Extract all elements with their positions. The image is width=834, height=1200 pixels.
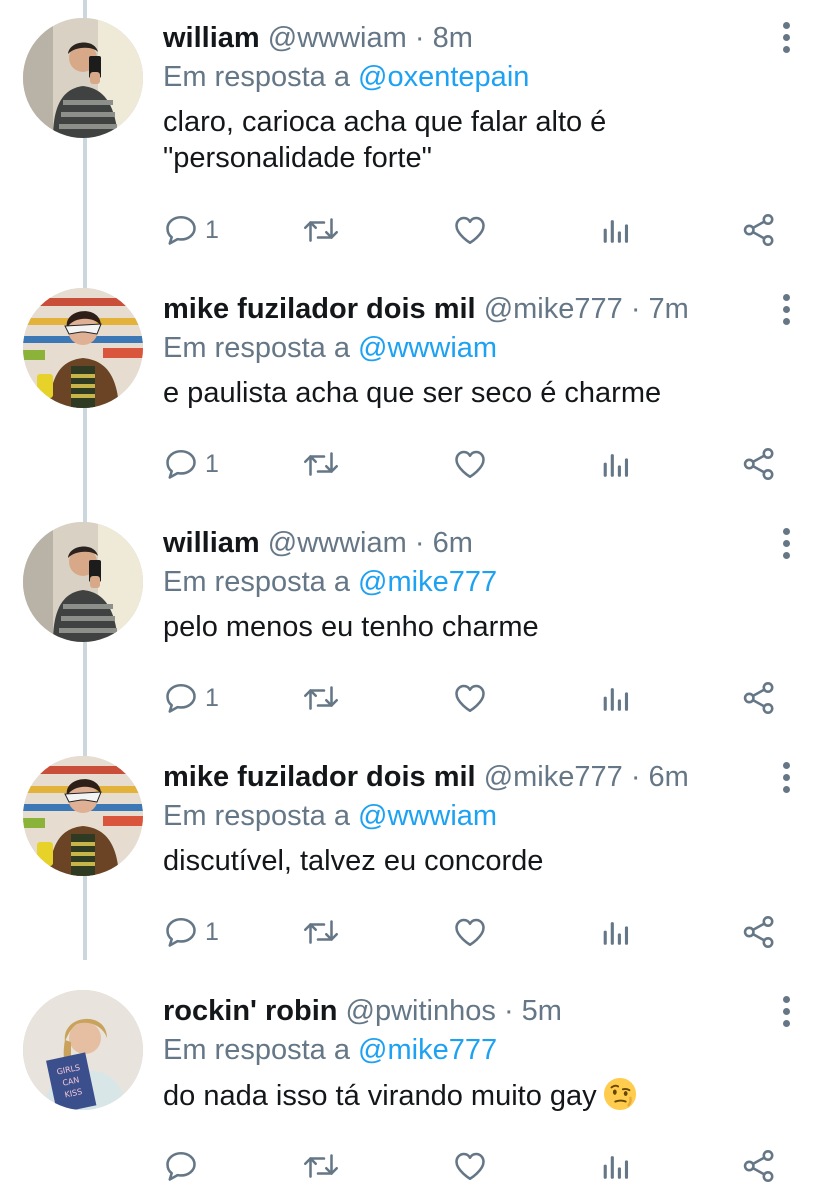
separator-dot: ·: [414, 527, 425, 559]
tweet-text-line: "personalidade forte": [163, 142, 432, 174]
tweet-header: william @wwwiam · 8m: [163, 18, 764, 58]
author-name[interactable]: william: [163, 22, 260, 54]
reply-mention-link[interactable]: @mike777: [358, 1034, 497, 1066]
reply-prefix: Em resposta a: [163, 332, 350, 364]
tweet-text-line: discutível, talvez eu concorde: [163, 845, 544, 877]
reply-context: Em resposta a @wwwiam: [163, 797, 764, 835]
more-icon: [782, 294, 790, 301]
more-icon-dot: [782, 34, 790, 41]
author-handle[interactable]: @mike777: [484, 293, 623, 325]
share-icon: [741, 1148, 777, 1184]
avatar[interactable]: [23, 18, 143, 138]
timestamp[interactable]: 5m: [522, 995, 562, 1027]
reply-prefix: Em resposta a: [163, 800, 350, 832]
reply-mention-link[interactable]: @wwwiam: [358, 332, 497, 364]
author-name[interactable]: mike fuzilador dois mil: [163, 761, 476, 793]
tweet[interactable]: william @wwwiam · 6m Em resposta a @mike…: [0, 470, 834, 714]
reply-mention-link[interactable]: @mike777: [358, 566, 497, 598]
timestamp[interactable]: 8m: [433, 22, 473, 54]
more-icon-dot: [782, 540, 790, 547]
tweet-text: claro, carioca acha que falar alto é "pe…: [163, 104, 764, 176]
more-options-button[interactable]: [776, 992, 796, 1042]
like-icon: [451, 1148, 489, 1184]
separator-dot: ·: [630, 761, 641, 793]
more-options-button[interactable]: [776, 18, 796, 68]
more-icon: [782, 762, 790, 769]
tweet[interactable]: william @wwwiam · 8m Em resposta a @oxen…: [0, 0, 834, 246]
tweet-header: mike fuzilador dois mil @mike777 · 7m: [163, 289, 764, 329]
tweet[interactable]: mike fuzilador dois mil @mike777 · 6m Em…: [0, 704, 834, 948]
tweet-text: pelo menos eu tenho charme: [163, 609, 764, 645]
more-icon: [782, 528, 790, 535]
reply-context: Em resposta a @mike777: [163, 563, 764, 601]
reply-button[interactable]: [163, 1144, 199, 1188]
tweet-text-line: do nada isso tá virando muito gay: [163, 1077, 764, 1114]
more-icon-dot: [782, 774, 790, 781]
avatar[interactable]: [23, 288, 143, 408]
more-icon-dot: [782, 1008, 790, 1015]
more-icon-dot: [782, 552, 790, 559]
reply-context: Em resposta a @mike777: [163, 1031, 764, 1069]
more-icon-dot: [782, 1020, 790, 1027]
more-options-button[interactable]: [776, 290, 796, 340]
tweet-header: mike fuzilador dois mil @mike777 · 6m: [163, 757, 764, 797]
more-options-button[interactable]: [776, 524, 796, 574]
author-handle[interactable]: @pwitinhos: [346, 995, 496, 1027]
timestamp[interactable]: 6m: [649, 761, 689, 793]
more-icon-dot: [782, 46, 790, 53]
retweet-button[interactable]: [301, 1144, 341, 1188]
tweet-actions: [163, 1144, 783, 1188]
analytics-button[interactable]: [598, 1144, 632, 1188]
retweet-icon: [301, 1148, 341, 1184]
like-button[interactable]: [451, 1144, 489, 1188]
more-icon-dot: [782, 318, 790, 325]
tweet-header: rockin' robin @pwitinhos · 5m: [163, 991, 764, 1031]
face-with-raised-eyebrow-icon: [603, 1077, 637, 1111]
reply-prefix: Em resposta a: [163, 61, 350, 93]
author-name[interactable]: rockin' robin: [163, 995, 337, 1027]
tweet[interactable]: GIRLS CAN KISS rockin' robin @pwitinhos …: [0, 938, 834, 1182]
avatar[interactable]: [23, 522, 143, 642]
more-icon: [782, 996, 790, 1003]
reply-prefix: Em resposta a: [163, 1034, 350, 1066]
reply-mention-link[interactable]: @oxentepain: [358, 61, 529, 93]
author-handle[interactable]: @wwwiam: [268, 22, 407, 54]
separator-dot: ·: [414, 22, 425, 54]
author-name[interactable]: william: [163, 527, 260, 559]
tweet[interactable]: mike fuzilador dois mil @mike777 · 7m Em…: [0, 236, 834, 480]
tweet-header: william @wwwiam · 6m: [163, 523, 764, 563]
tweet-text: e paulista acha que ser seco é charme: [163, 375, 764, 411]
reply-prefix: Em resposta a: [163, 566, 350, 598]
separator-dot: ·: [503, 995, 514, 1027]
author-handle[interactable]: @mike777: [484, 761, 623, 793]
timestamp[interactable]: 6m: [433, 527, 473, 559]
avatar[interactable]: GIRLS CAN KISS: [23, 990, 143, 1110]
analytics-icon: [598, 1148, 632, 1184]
share-button[interactable]: [741, 1144, 777, 1188]
avatar[interactable]: [23, 756, 143, 876]
tweet-text-line: e paulista acha que ser seco é charme: [163, 377, 662, 409]
more-icon: [782, 22, 790, 29]
more-icon-dot: [782, 786, 790, 793]
separator-dot: ·: [630, 293, 641, 325]
reply-context: Em resposta a @oxentepain: [163, 58, 764, 96]
tweet-text: discutível, talvez eu concorde: [163, 843, 764, 879]
reply-context: Em resposta a @wwwiam: [163, 329, 764, 367]
tweet-text-line: pelo menos eu tenho charme: [163, 611, 539, 643]
timestamp[interactable]: 7m: [649, 293, 689, 325]
author-name[interactable]: mike fuzilador dois mil: [163, 293, 476, 325]
tweet-text-line: claro, carioca acha que falar alto é: [163, 106, 607, 138]
more-icon-dot: [782, 306, 790, 313]
author-handle[interactable]: @wwwiam: [268, 527, 407, 559]
reply-icon: [163, 1148, 199, 1184]
more-options-button[interactable]: [776, 758, 796, 808]
reply-mention-link[interactable]: @wwwiam: [358, 800, 497, 832]
tweet-text-span: do nada isso tá virando muito gay: [163, 1080, 597, 1112]
tweet-text: do nada isso tá virando muito gay: [163, 1077, 764, 1114]
